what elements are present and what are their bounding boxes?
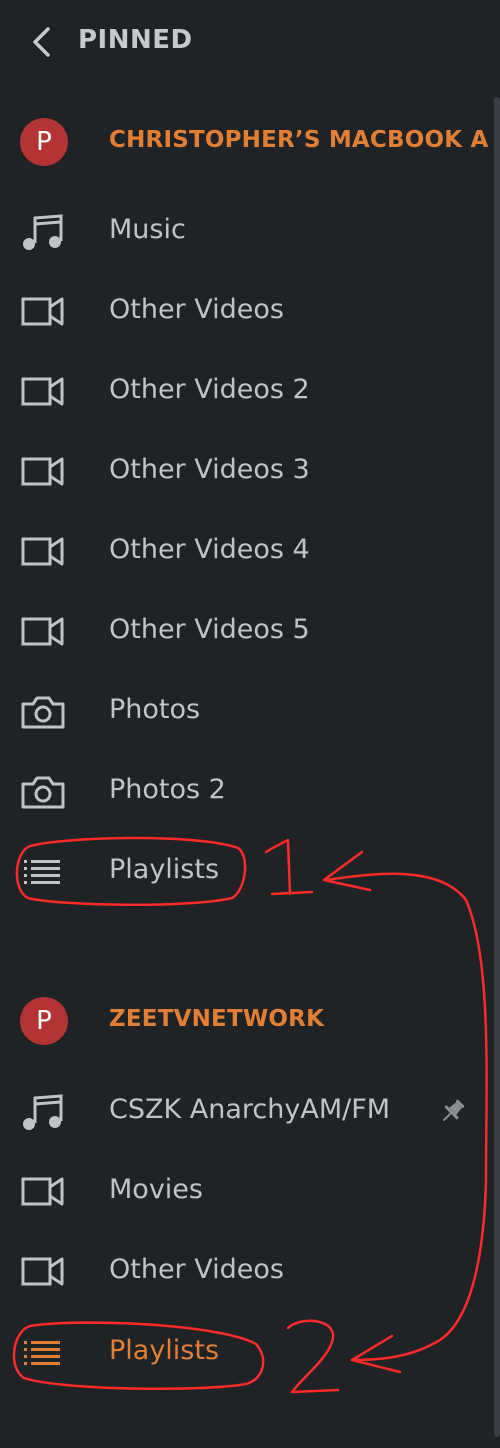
music-note-icon	[23, 1094, 63, 1130]
sidebar-item-label: Other Videos	[109, 1254, 284, 1285]
sidebar-item-label: Other Videos 3	[109, 454, 310, 485]
sidebar-item-other-videos[interactable]: Other Videos	[0, 279, 500, 345]
sidebar-item-other-videos-5[interactable]: Other Videos 5	[0, 599, 500, 665]
server-header-christophers-macbook[interactable]: P CHRISTOPHER’S MACBOOK A...	[0, 112, 500, 172]
server-name: CHRISTOPHER’S MACBOOK A...	[109, 127, 489, 153]
sidebar-item-movies[interactable]: Movies	[0, 1159, 500, 1225]
list-icon	[24, 1341, 60, 1365]
sidebar-item-label: Movies	[109, 1174, 203, 1205]
avatar: P	[20, 997, 68, 1045]
camera-icon	[21, 776, 65, 809]
pinned-sidebar: PINNED P CHRISTOPHER’S MACBOOK A... Musi…	[0, 0, 500, 1448]
video-camera-icon	[21, 297, 64, 326]
server-name: ZEETVNETWORK	[109, 1006, 325, 1032]
sidebar-item-photos[interactable]: Photos	[0, 679, 500, 745]
sidebar-item-other-videos[interactable]: Other Videos	[0, 1239, 500, 1305]
sidebar-item-label: Other Videos 5	[109, 614, 310, 645]
video-camera-icon	[21, 537, 64, 566]
chevron-left-icon[interactable]	[28, 26, 58, 58]
sidebar-header: PINNED	[0, 0, 500, 84]
sidebar-item-other-videos-3[interactable]: Other Videos 3	[0, 439, 500, 505]
sidebar-item-playlists-active[interactable]: Playlists	[0, 1320, 500, 1386]
sidebar-item-label: Music	[109, 214, 186, 245]
video-camera-icon	[21, 1257, 64, 1286]
sidebar-item-photos-2[interactable]: Photos 2	[0, 759, 500, 825]
pin-icon[interactable]	[436, 1096, 468, 1128]
sidebar-item-cszk-anarchy[interactable]: CSZK AnarchyAM/FM	[0, 1079, 500, 1145]
sidebar-item-label: Other Videos 2	[109, 374, 310, 405]
sidebar-item-label: Photos	[109, 694, 201, 725]
video-camera-icon	[21, 377, 64, 406]
video-camera-icon	[21, 1177, 64, 1206]
sidebar-item-label: Playlists	[109, 1335, 220, 1366]
music-note-icon	[23, 214, 63, 250]
sidebar-item-label: Photos 2	[109, 774, 226, 805]
video-camera-icon	[21, 617, 64, 646]
camera-icon	[21, 696, 65, 729]
sidebar-item-label: Playlists	[109, 854, 220, 885]
page-title: PINNED	[78, 25, 193, 55]
sidebar-item-music[interactable]: Music	[0, 199, 500, 265]
avatar: P	[20, 118, 68, 166]
sidebar-item-label: Other Videos	[109, 294, 284, 325]
sidebar-item-playlists[interactable]: Playlists	[0, 839, 500, 905]
sidebar-item-label: CSZK AnarchyAM/FM	[109, 1094, 391, 1125]
video-camera-icon	[21, 457, 64, 486]
sidebar-item-label: Other Videos 4	[109, 534, 310, 565]
sidebar-item-other-videos-2[interactable]: Other Videos 2	[0, 359, 500, 425]
server-header-zeetvnetwork[interactable]: P ZEETVNETWORK	[0, 991, 500, 1051]
list-icon	[24, 860, 60, 884]
sidebar-item-other-videos-4[interactable]: Other Videos 4	[0, 519, 500, 585]
